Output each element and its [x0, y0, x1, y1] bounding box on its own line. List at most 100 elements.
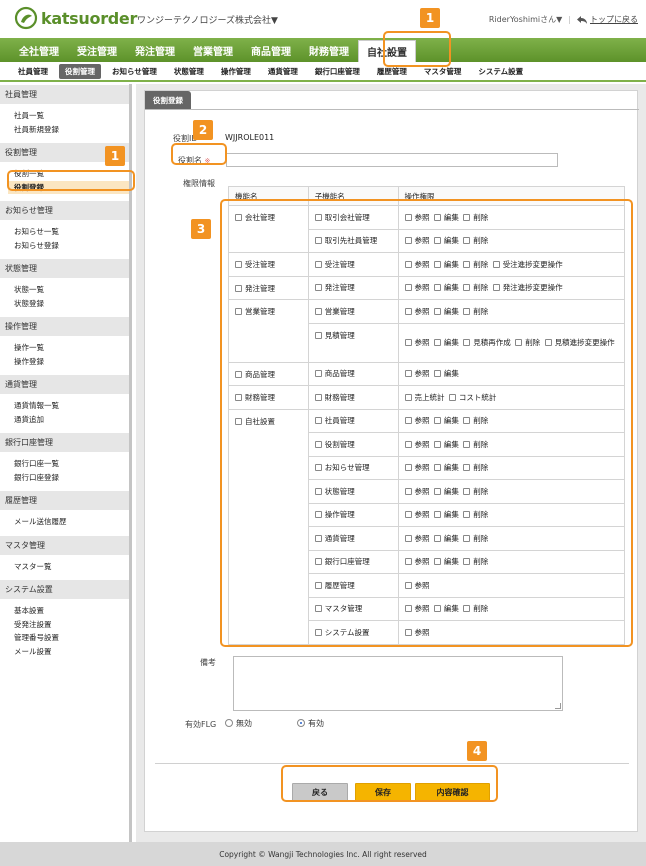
permission-option-3-1-1[interactable]: 編集: [433, 338, 459, 347]
main-nav-item-5[interactable]: 財務管理: [300, 38, 358, 62]
permission-checkbox-2-0-1[interactable]: [433, 284, 441, 292]
sidebar-item-4-1[interactable]: 操作登録: [14, 355, 129, 369]
permission-checkbox-6-6-0[interactable]: [404, 558, 412, 566]
sidebar-item-9-2[interactable]: 管理番号設置: [14, 631, 129, 645]
back-to-top-link[interactable]: トップに戻る: [577, 14, 638, 25]
sub-function-checkbox-6-3[interactable]: [314, 487, 322, 495]
permission-checkbox-4-0-0[interactable]: [404, 370, 412, 378]
permission-checkbox-3-0-0[interactable]: [404, 307, 412, 315]
permission-option-6-0-2[interactable]: 削除: [463, 416, 488, 425]
permission-checkbox-6-2-2[interactable]: [463, 464, 471, 472]
permission-option-6-1-1[interactable]: 編集: [433, 440, 459, 449]
sub-function-checkbox-6-9[interactable]: [314, 628, 322, 636]
permission-checkbox-0-0-0[interactable]: [404, 213, 412, 221]
permission-option-0-0-2[interactable]: 削除: [463, 213, 488, 222]
permission-checkbox-6-8-1[interactable]: [433, 605, 441, 613]
sidebar-item-9-3[interactable]: メール設置: [14, 645, 129, 659]
flag-option-0[interactable]: 無効: [225, 718, 252, 729]
permission-checkbox-6-6-2[interactable]: [463, 558, 471, 566]
permission-option-3-1-2[interactable]: 見積再作成: [463, 338, 511, 347]
sub-nav-item-9[interactable]: システム設置: [472, 64, 529, 79]
permission-checkbox-0-1-2[interactable]: [463, 237, 471, 245]
permission-checkbox-2-0-0[interactable]: [404, 284, 412, 292]
sub-function-checkbox-3-1[interactable]: [314, 331, 322, 339]
main-nav-item-1[interactable]: 受注管理: [68, 38, 126, 62]
radio-invalid-icon[interactable]: [225, 719, 233, 727]
permission-checkbox-6-0-2[interactable]: [463, 417, 471, 425]
permission-option-6-3-1[interactable]: 編集: [433, 487, 459, 496]
permission-checkbox-6-5-1[interactable]: [433, 534, 441, 542]
remarks-textarea[interactable]: [233, 656, 563, 711]
permission-checkbox-5-0-0[interactable]: [404, 393, 412, 401]
permission-option-6-1-2[interactable]: 削除: [463, 440, 488, 449]
permission-option-6-2-1[interactable]: 編集: [433, 463, 459, 472]
permission-option-0-0-1[interactable]: 編集: [433, 213, 459, 222]
sub-function-checkbox-6-8[interactable]: [314, 605, 322, 613]
permission-option-6-2-0[interactable]: 参照: [404, 463, 430, 472]
permission-option-4-0-0[interactable]: 参照: [404, 369, 430, 378]
logo[interactable]: katsuorder: [14, 6, 137, 30]
role-name-input[interactable]: [226, 153, 558, 167]
main-nav-item-3[interactable]: 営業管理: [184, 38, 242, 62]
permission-option-6-8-0[interactable]: 参照: [404, 604, 430, 613]
permission-checkbox-6-3-2[interactable]: [463, 487, 471, 495]
permission-checkbox-6-0-0[interactable]: [404, 417, 412, 425]
permission-checkbox-6-8-2[interactable]: [463, 605, 471, 613]
permission-checkbox-0-1-0[interactable]: [404, 237, 412, 245]
permission-checkbox-6-5-2[interactable]: [463, 534, 471, 542]
sub-function-checkbox-6-4[interactable]: [314, 511, 322, 519]
sidebar-item-4-0[interactable]: 操作一覧: [14, 341, 129, 355]
save-button[interactable]: 保存: [355, 783, 411, 802]
permission-option-2-0-0[interactable]: 参照: [404, 283, 430, 292]
sub-function-checkbox-0-0[interactable]: [314, 213, 322, 221]
function-checkbox-4[interactable]: [235, 370, 242, 378]
permission-checkbox-2-0-2[interactable]: [463, 284, 471, 292]
permission-checkbox-2-0-3[interactable]: [492, 284, 500, 292]
permission-checkbox-3-0-2[interactable]: [463, 307, 471, 315]
permission-checkbox-6-1-0[interactable]: [404, 440, 412, 448]
main-nav-item-0[interactable]: 全社管理: [10, 38, 68, 62]
main-nav-item-6[interactable]: 自社設置: [358, 40, 416, 62]
permission-checkbox-6-3-1[interactable]: [433, 487, 441, 495]
permission-checkbox-6-4-2[interactable]: [463, 511, 471, 519]
sidebar-item-2-1[interactable]: お知らせ登録: [14, 239, 129, 253]
permission-option-3-1-3[interactable]: 削除: [515, 338, 540, 347]
sidebar-item-3-0[interactable]: 状態一覧: [14, 283, 129, 297]
permission-checkbox-6-4-0[interactable]: [404, 511, 412, 519]
permission-option-6-3-0[interactable]: 参照: [404, 487, 430, 496]
sidebar-item-9-0[interactable]: 基本設置: [14, 604, 129, 618]
permission-option-1-0-1[interactable]: 編集: [433, 260, 459, 269]
permission-checkbox-3-0-1[interactable]: [433, 307, 441, 315]
sub-function-checkbox-6-1[interactable]: [314, 440, 322, 448]
company-selector[interactable]: ワンジーテクノロジーズ株式会社▼: [137, 13, 278, 26]
radio-valid-icon[interactable]: [297, 719, 305, 727]
sidebar-item-2-0[interactable]: お知らせ一覧: [14, 225, 129, 239]
permission-checkbox-1-0-1[interactable]: [433, 260, 441, 268]
permission-option-6-6-0[interactable]: 参照: [404, 557, 430, 566]
permission-option-6-5-2[interactable]: 削除: [463, 534, 488, 543]
permission-option-4-0-1[interactable]: 編集: [433, 369, 459, 378]
permission-checkbox-6-8-0[interactable]: [404, 605, 412, 613]
permission-checkbox-6-9-0[interactable]: [404, 628, 412, 636]
sub-function-checkbox-3-0[interactable]: [314, 307, 322, 315]
permission-checkbox-6-7-0[interactable]: [404, 581, 412, 589]
permission-checkbox-0-0-1[interactable]: [433, 213, 441, 221]
sidebar-item-5-1[interactable]: 通貨追加: [14, 413, 129, 427]
sub-function-checkbox-6-6[interactable]: [314, 558, 322, 566]
permission-option-2-0-1[interactable]: 編集: [433, 283, 459, 292]
permission-checkbox-1-0-3[interactable]: [492, 260, 500, 268]
permission-option-5-0-0[interactable]: 売上統計: [404, 393, 445, 402]
sub-nav-item-2[interactable]: お知らせ管理: [106, 64, 163, 79]
panel-tab[interactable]: 役割登録: [145, 91, 191, 109]
permission-checkbox-1-0-0[interactable]: [404, 260, 412, 268]
sub-function-checkbox-2-0[interactable]: [314, 284, 322, 292]
permission-option-3-0-0[interactable]: 参照: [404, 307, 430, 316]
sidebar-item-6-0[interactable]: 銀行口座一覧: [14, 457, 129, 471]
sub-function-checkbox-6-0[interactable]: [314, 417, 322, 425]
permission-option-6-0-0[interactable]: 参照: [404, 416, 430, 425]
permission-option-6-8-1[interactable]: 編集: [433, 604, 459, 613]
permission-option-6-0-1[interactable]: 編集: [433, 416, 459, 425]
permission-checkbox-3-1-2[interactable]: [463, 338, 471, 346]
sidebar-item-0-1[interactable]: 社員新規登録: [14, 123, 129, 137]
sub-nav-item-7[interactable]: 履歴管理: [371, 64, 413, 79]
